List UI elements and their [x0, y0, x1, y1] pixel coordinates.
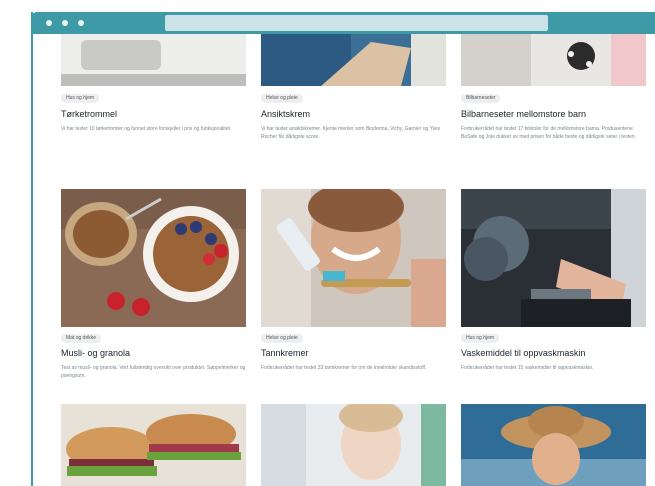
category-tag: Hus og hjem — [461, 334, 500, 343]
card-title[interactable]: Ansiktskrem — [261, 109, 310, 119]
category-tag: Mat og drikke — [61, 334, 102, 343]
window-left-border — [31, 12, 33, 486]
card-description: Forbrukerrådet har testet 17 bilstoler f… — [461, 126, 637, 140]
product-card-cosmetics[interactable] — [261, 404, 446, 486]
card-title[interactable]: Bilbarneseter mellomstore barn — [461, 109, 586, 119]
dryer-image — [61, 34, 246, 86]
window-titlebar — [31, 12, 655, 34]
product-card-dishwasher-detergent[interactable]: Hus og hjem Vaskemiddel til oppvaskmaski… — [461, 189, 646, 371]
card-description: Vi har testet ansiktskremer. Kjente merk… — [261, 126, 441, 140]
card-title[interactable]: Tannkremer — [261, 348, 309, 358]
category-tag: Hus og hjem — [61, 94, 100, 103]
product-card-sun[interactable] — [461, 404, 646, 486]
card-description: Forbrukerrådet har testet 15 vaskemidler… — [461, 365, 594, 371]
window-dot-icon[interactable] — [78, 20, 84, 26]
card-description: Test av musli- og granola. Vert fullsten… — [61, 365, 246, 379]
card-title[interactable]: Musli- og granola — [61, 348, 130, 358]
window-dot-icon[interactable] — [62, 20, 68, 26]
muesli-image — [61, 189, 246, 327]
toothpaste-image — [261, 189, 446, 327]
product-card-dryer[interactable]: Hus og hjem Tørketrommel Vi har testet 1… — [61, 34, 246, 132]
card-description: Forbrukerrådet har testet 33 tannkremer … — [261, 365, 427, 371]
category-tag: Helse og pleie — [261, 94, 303, 103]
card-title[interactable]: Tørketrommel — [61, 109, 117, 119]
burger-image — [61, 404, 246, 486]
card-description: Vi har testet 10 tørketromler og funnet … — [61, 126, 232, 132]
dishwasher-image — [461, 189, 646, 327]
category-tag: Helse og pleie — [261, 334, 303, 343]
product-card-muesli[interactable]: Mat og drikke Musli- og granola Test av … — [61, 189, 246, 379]
product-card-toothpaste[interactable]: Helse og pleie Tannkremer Forbrukerrådet… — [261, 189, 446, 371]
product-card-face-cream[interactable]: Helse og pleie Ansiktskrem Vi har testet… — [261, 34, 446, 140]
product-card-burger[interactable] — [61, 404, 246, 486]
sun-hat-image — [461, 404, 646, 486]
face-cream-image — [261, 34, 446, 86]
category-tag: Bilbarneseter — [461, 94, 501, 103]
browser-window: Hus og hjem Tørketrommel Vi har testet 1… — [31, 12, 655, 486]
page-content: Hus og hjem Tørketrommel Vi har testet 1… — [31, 34, 655, 486]
cosmetics-image — [261, 404, 446, 486]
address-bar[interactable] — [165, 15, 548, 31]
window-dot-icon[interactable] — [46, 20, 52, 26]
car-seat-image — [461, 34, 646, 86]
product-card-car-seat[interactable]: Bilbarneseter Bilbarneseter mellomstore … — [461, 34, 646, 140]
card-title[interactable]: Vaskemiddel til oppvaskmaskin — [461, 348, 585, 358]
